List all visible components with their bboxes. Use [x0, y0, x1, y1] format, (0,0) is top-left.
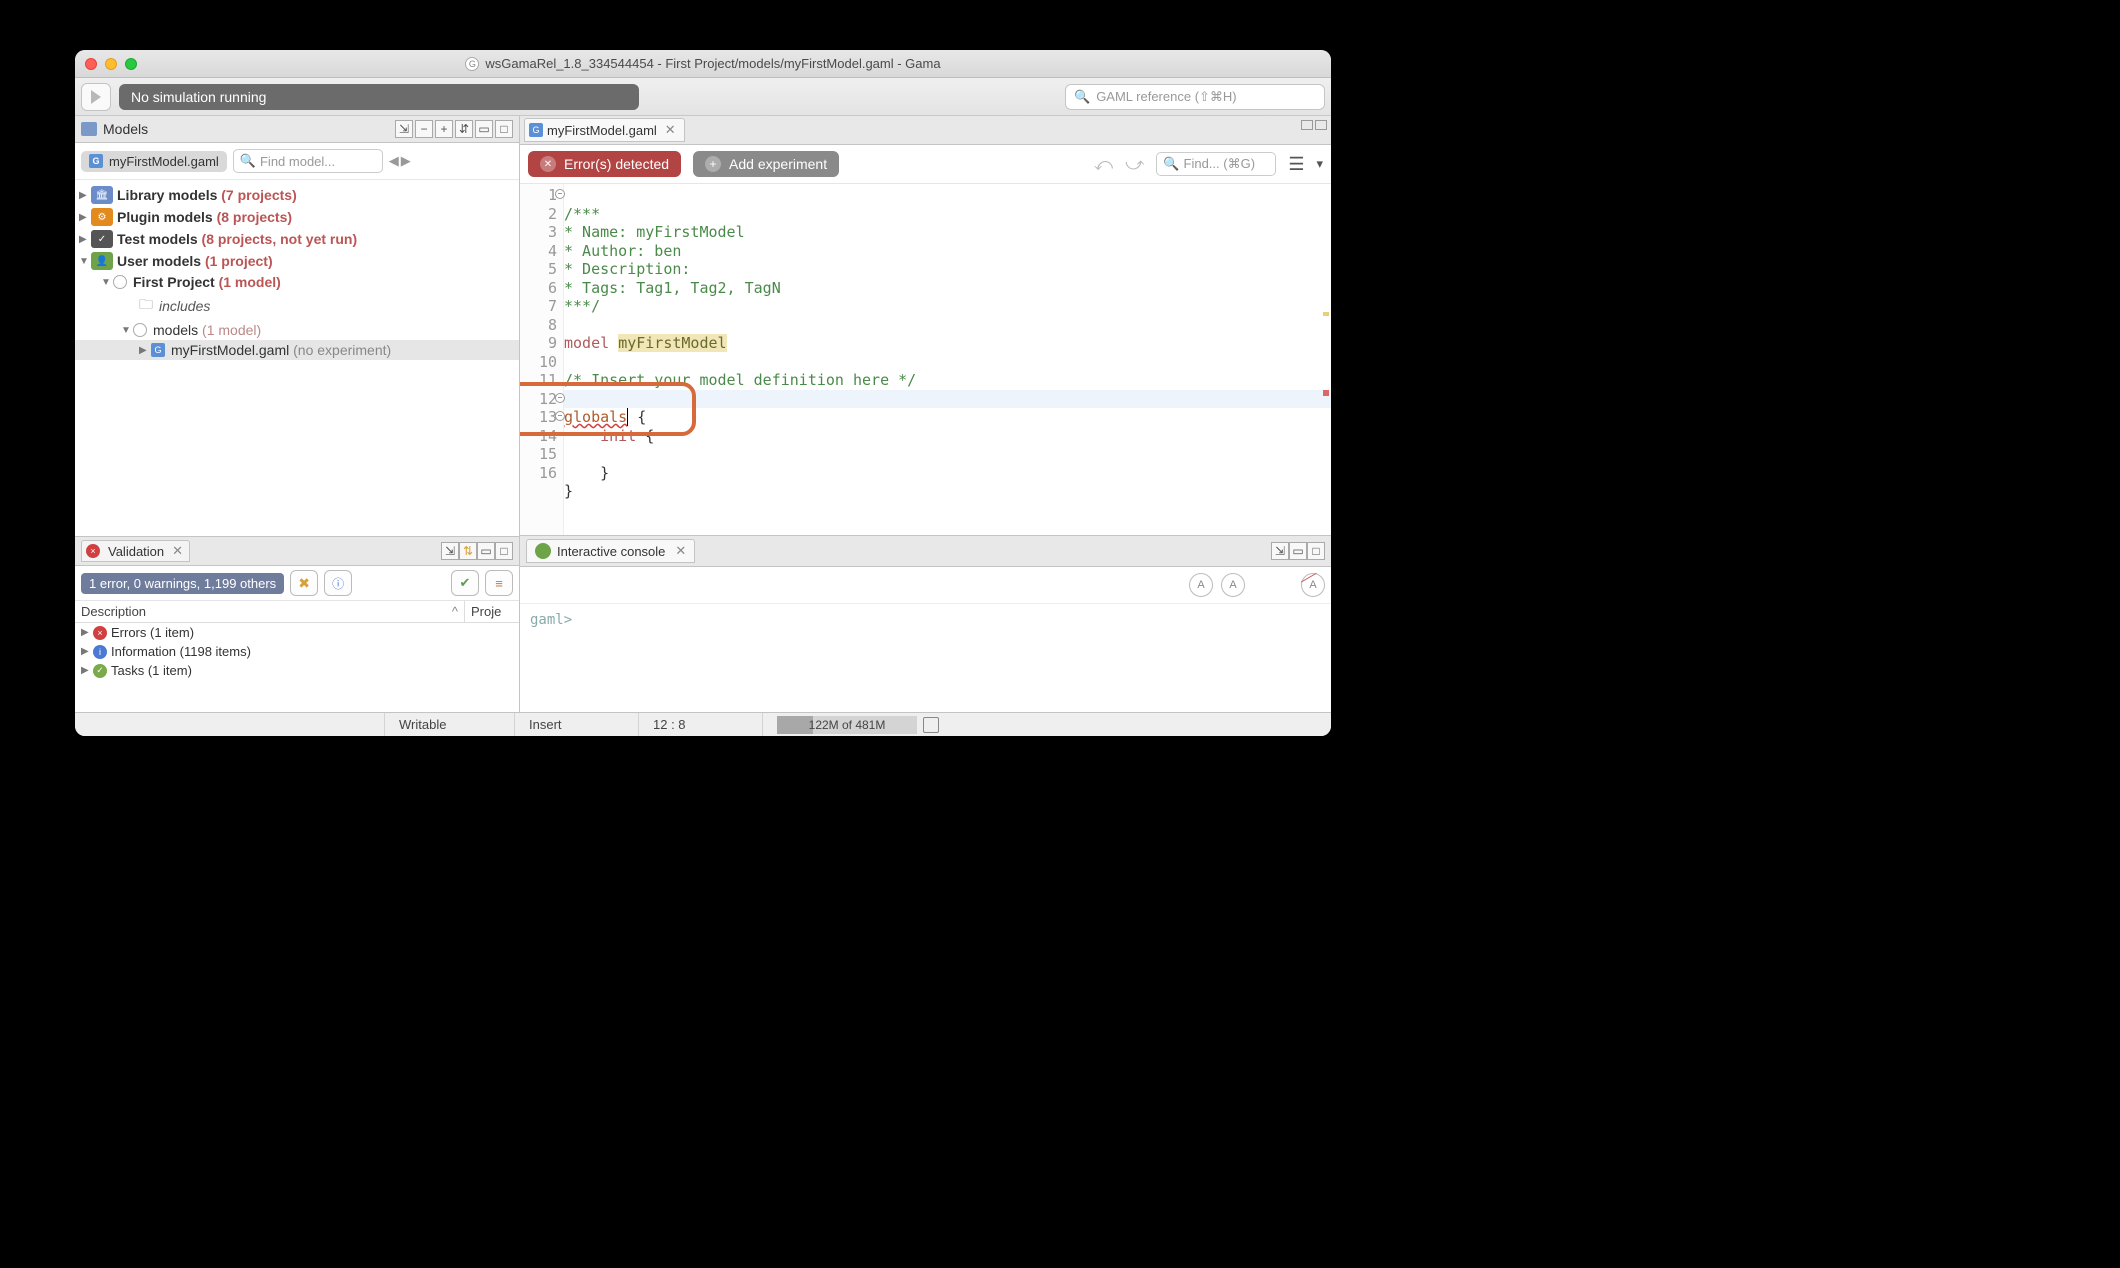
close-icon[interactable]: ✕: [665, 122, 676, 138]
validation-summary: 1 error, 0 warnings, 1,199 others: [81, 573, 284, 594]
validation-row-errors[interactable]: ▶×Errors (1 item): [75, 623, 519, 642]
close-icon[interactable]: ✕: [172, 543, 183, 559]
info-icon: i: [93, 645, 107, 659]
console-tab[interactable]: Interactive console ✕: [526, 539, 695, 563]
gaml-file-icon: G: [89, 154, 103, 168]
font-reset-icon[interactable]: A: [1301, 573, 1325, 597]
app-icon: G: [465, 57, 479, 71]
close-icon[interactable]: ✕: [675, 543, 686, 559]
status-insert: Insert: [515, 713, 639, 736]
folder-icon: [81, 122, 97, 136]
plugin-icon: ⚙: [91, 208, 113, 226]
outline-icon[interactable]: ☰: [1288, 154, 1304, 175]
plus-icon: +: [705, 156, 721, 172]
view-menu-icon[interactable]: ⇲: [441, 542, 459, 560]
list-toggle[interactable]: ≡: [485, 570, 513, 596]
project-tree[interactable]: ▶🏛Library models (7 projects) ▶⚙Plugin m…: [75, 180, 519, 536]
link-icon[interactable]: ⇵: [455, 120, 473, 138]
library-icon: 🏛: [91, 186, 113, 204]
gc-trash-icon[interactable]: [923, 717, 939, 733]
max-icon[interactable]: [1315, 120, 1327, 130]
font-size-a-icon[interactable]: A: [1189, 573, 1213, 597]
min2-icon[interactable]: ▭: [475, 120, 493, 138]
editor-find-input[interactable]: 🔍Find... (⌘G): [1156, 152, 1276, 176]
task-icon: ✓: [93, 664, 107, 678]
window-title: wsGamaRel_1.8_334544454 - First Project/…: [485, 56, 940, 71]
nav-fwd-icon[interactable]: ▶: [401, 153, 411, 169]
errors-detected-button[interactable]: ✕Error(s) detected: [528, 151, 681, 177]
user-icon: 👤: [91, 252, 113, 270]
folder-icon: 🗀: [139, 294, 153, 318]
warning-toggle[interactable]: ✖: [290, 570, 318, 596]
search-icon: 🔍: [240, 153, 256, 169]
col-project[interactable]: Proje: [465, 601, 519, 622]
models-pane-header: Models ⇲ − + ⇵ ▭ □: [75, 116, 519, 143]
search-icon: 🔍: [1163, 156, 1179, 172]
validation-row-tasks[interactable]: ▶✓Tasks (1 item): [75, 661, 519, 680]
min-icon[interactable]: [1301, 120, 1313, 130]
min-icon[interactable]: ▭: [477, 542, 495, 560]
validation-tab[interactable]: × Validation ✕: [81, 540, 190, 562]
editor-tab[interactable]: G myFirstModel.gaml ✕: [524, 118, 685, 142]
gaml-file-icon: G: [529, 123, 543, 137]
app-window: G wsGamaRel_1.8_334544454 - First Projec…: [75, 50, 1331, 736]
titlebar: G wsGamaRel_1.8_334544454 - First Projec…: [75, 50, 1331, 78]
error-icon: ×: [93, 626, 107, 640]
nav-fwd-icon[interactable]: ⤻: [1125, 154, 1144, 175]
nav-back-icon[interactable]: ◀: [389, 153, 399, 169]
main-toolbar: No simulation running 🔍 GAML reference (…: [75, 78, 1331, 116]
nav-back-icon[interactable]: ⤺: [1094, 154, 1113, 175]
sort-icon[interactable]: ^: [452, 604, 458, 619]
max-icon[interactable]: □: [1307, 542, 1325, 560]
max-icon[interactable]: □: [495, 542, 513, 560]
project-icon: [113, 275, 127, 289]
collapse-icon[interactable]: ⇲: [395, 120, 413, 138]
gutter: 1− 234567 891011 12−× 13− 141516: [520, 184, 564, 535]
gaml-reference-search[interactable]: 🔍 GAML reference (⇧⌘H): [1065, 84, 1325, 110]
filter-icon[interactable]: ⇅: [459, 542, 477, 560]
search-icon: 🔍: [1074, 89, 1090, 105]
view-menu-icon[interactable]: ⇲: [1271, 542, 1289, 560]
error-icon: ×: [86, 544, 100, 558]
font-size-b-icon[interactable]: A: [1221, 573, 1245, 597]
error-icon: ✕: [540, 156, 556, 172]
find-model-input[interactable]: 🔍 Find model...: [233, 149, 383, 173]
folder-icon: [133, 323, 147, 337]
check-toggle[interactable]: ✔: [451, 570, 479, 596]
plus-icon[interactable]: +: [435, 120, 453, 138]
models-pane-title: Models: [103, 121, 148, 137]
console-icon: [535, 543, 551, 559]
run-button[interactable]: [81, 83, 111, 111]
console-output[interactable]: gaml>: [520, 604, 1331, 712]
validation-row-info[interactable]: ▶iInformation (1198 items): [75, 642, 519, 661]
menu-icon[interactable]: ▾: [1316, 156, 1323, 172]
code-editor[interactable]: 1− 234567 891011 12−× 13− 141516 /*** * …: [520, 184, 1331, 535]
col-description[interactable]: Description: [81, 604, 146, 619]
gaml-file-icon: G: [151, 343, 165, 357]
minus-icon[interactable]: −: [415, 120, 433, 138]
memory-bar[interactable]: 122M of 481M: [777, 716, 917, 734]
add-experiment-button[interactable]: +Add experiment: [693, 151, 839, 177]
max-icon[interactable]: □: [495, 120, 513, 138]
status-bar: Writable Insert 12 : 8 122M of 481M: [75, 712, 1331, 736]
min-icon[interactable]: ▭: [1289, 542, 1307, 560]
open-file-chip[interactable]: G myFirstModel.gaml: [81, 151, 227, 172]
info-toggle[interactable]: ⓘ: [324, 570, 352, 596]
status-writable: Writable: [385, 713, 515, 736]
status-position: 12 : 8: [639, 713, 763, 736]
simulation-status: No simulation running: [119, 84, 639, 110]
play-icon: [91, 90, 101, 104]
test-icon: ✓: [91, 230, 113, 248]
